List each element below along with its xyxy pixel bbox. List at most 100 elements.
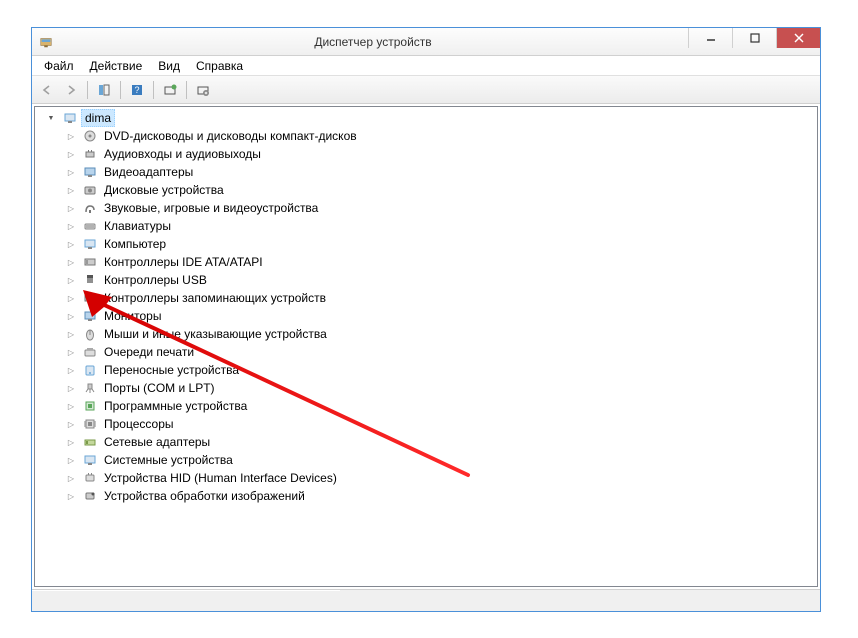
tree-category-node[interactable]: Сетевые адаптеры — [65, 433, 815, 451]
category-icon — [82, 470, 98, 486]
tree-category-node[interactable]: Устройства HID (Human Interface Devices) — [65, 469, 815, 487]
category-icon — [82, 164, 98, 180]
category-icon — [82, 488, 98, 504]
category-label[interactable]: Сетевые адаптеры — [101, 434, 213, 450]
menu-file[interactable]: Файл — [36, 57, 82, 75]
expand-icon[interactable] — [65, 400, 77, 412]
expand-icon[interactable] — [65, 256, 77, 268]
tree-category-node[interactable]: Устройства обработки изображений — [65, 487, 815, 505]
tree-category-node[interactable]: Очереди печати — [65, 343, 815, 361]
expand-icon[interactable] — [65, 382, 77, 394]
category-label[interactable]: Порты (COM и LPT) — [101, 380, 218, 396]
category-label[interactable]: DVD-дисководы и дисководы компакт-дисков — [101, 128, 360, 144]
expand-icon[interactable] — [65, 490, 77, 502]
expand-icon[interactable] — [65, 364, 77, 376]
category-label[interactable]: Дисковые устройства — [101, 182, 227, 198]
category-label[interactable]: Видеоадаптеры — [101, 164, 196, 180]
category-icon — [82, 308, 98, 324]
tree-category-node[interactable]: Контроллеры IDE ATA/ATAPI — [65, 253, 815, 271]
expand-icon[interactable] — [65, 130, 77, 142]
expand-icon[interactable] — [65, 328, 77, 340]
expand-icon[interactable] — [65, 454, 77, 466]
show-hide-tree-button[interactable] — [93, 79, 115, 101]
category-icon — [82, 380, 98, 396]
tree-category-node[interactable]: Дисковые устройства — [65, 181, 815, 199]
tree-category-node[interactable]: Процессоры — [65, 415, 815, 433]
category-icon — [82, 362, 98, 378]
expand-icon[interactable] — [65, 166, 77, 178]
tree-category-node[interactable]: Мыши и иные указывающие устройства — [65, 325, 815, 343]
expand-icon[interactable] — [65, 274, 77, 286]
category-icon — [82, 344, 98, 360]
category-icon — [82, 200, 98, 216]
tree-category-node[interactable]: Контроллеры USB — [65, 271, 815, 289]
toolbar-separator — [186, 81, 187, 99]
tree-category-node[interactable]: Системные устройства — [65, 451, 815, 469]
computer-icon — [62, 110, 78, 126]
expand-icon[interactable] — [65, 436, 77, 448]
tree-category-node[interactable]: Компьютер — [65, 235, 815, 253]
tree-category-node[interactable]: Аудиовходы и аудиовыходы — [65, 145, 815, 163]
category-label[interactable]: Контроллеры IDE ATA/ATAPI — [101, 254, 266, 270]
expand-icon[interactable] — [65, 238, 77, 250]
category-label[interactable]: Аудиовходы и аудиовыходы — [101, 146, 264, 162]
tree-category-node[interactable]: Мониторы — [65, 307, 815, 325]
category-label[interactable]: Звуковые, игровые и видеоустройства — [101, 200, 321, 216]
titlebar: Диспетчер устройств — [32, 28, 820, 56]
expand-icon[interactable] — [65, 202, 77, 214]
category-icon — [82, 128, 98, 144]
toolbar-separator — [153, 81, 154, 99]
tree-category-node[interactable]: Клавиатуры — [65, 217, 815, 235]
forward-button[interactable] — [60, 79, 82, 101]
back-button[interactable] — [36, 79, 58, 101]
category-label[interactable]: Мониторы — [101, 308, 164, 324]
minimize-button[interactable] — [688, 28, 732, 48]
expand-icon[interactable] — [65, 292, 77, 304]
expand-icon[interactable] — [65, 472, 77, 484]
toolbar-separator — [87, 81, 88, 99]
menubar: Файл Действие Вид Справка — [32, 56, 820, 76]
category-label[interactable]: Программные устройства — [101, 398, 250, 414]
category-label[interactable]: Компьютер — [101, 236, 169, 252]
tree-category-node[interactable]: Контроллеры запоминающих устройств — [65, 289, 815, 307]
tree-category-node[interactable]: Звуковые, игровые и видеоустройства — [65, 199, 815, 217]
device-manager-window: Диспетчер устройств Файл Действие Вид Сп… — [31, 27, 821, 612]
expand-icon[interactable] — [65, 418, 77, 430]
category-label[interactable]: Мыши и иные указывающие устройства — [101, 326, 330, 342]
properties-button[interactable]: ? — [126, 79, 148, 101]
root-label[interactable]: dima — [81, 109, 115, 127]
expand-icon[interactable] — [65, 346, 77, 358]
category-label[interactable]: Клавиатуры — [101, 218, 174, 234]
menu-view[interactable]: Вид — [150, 57, 188, 75]
category-label[interactable]: Устройства обработки изображений — [101, 488, 308, 504]
tree-root-node[interactable]: dima — [45, 109, 815, 127]
statusbar — [32, 589, 820, 611]
category-label[interactable]: Системные устройства — [101, 452, 236, 468]
menu-help[interactable]: Справка — [188, 57, 251, 75]
expand-icon[interactable] — [65, 310, 77, 322]
menu-action[interactable]: Действие — [82, 57, 151, 75]
tree-category-node[interactable]: Переносные устройства — [65, 361, 815, 379]
expand-icon[interactable] — [65, 220, 77, 232]
collapse-icon[interactable] — [45, 112, 57, 124]
category-label[interactable]: Контроллеры запоминающих устройств — [101, 290, 329, 306]
category-icon — [82, 218, 98, 234]
tree-category-node[interactable]: Видеоадаптеры — [65, 163, 815, 181]
maximize-button[interactable] — [732, 28, 776, 48]
scan-hardware-button[interactable] — [159, 79, 181, 101]
category-label[interactable]: Устройства HID (Human Interface Devices) — [101, 470, 340, 486]
tree-category-node[interactable]: Программные устройства — [65, 397, 815, 415]
uninstall-button[interactable] — [192, 79, 214, 101]
device-tree[interactable]: dima DVD-дисководы и дисководы компакт-д… — [34, 106, 818, 587]
tree-category-node[interactable]: Порты (COM и LPT) — [65, 379, 815, 397]
toolbar: ? — [32, 76, 820, 104]
tree-category-node[interactable]: DVD-дисководы и дисководы компакт-дисков — [65, 127, 815, 145]
category-label[interactable]: Переносные устройства — [101, 362, 242, 378]
expand-icon[interactable] — [65, 184, 77, 196]
close-button[interactable] — [776, 28, 820, 48]
category-label[interactable]: Контроллеры USB — [101, 272, 210, 288]
category-label[interactable]: Очереди печати — [101, 344, 197, 360]
expand-icon[interactable] — [65, 148, 77, 160]
category-label[interactable]: Процессоры — [101, 416, 177, 432]
category-icon — [82, 434, 98, 450]
